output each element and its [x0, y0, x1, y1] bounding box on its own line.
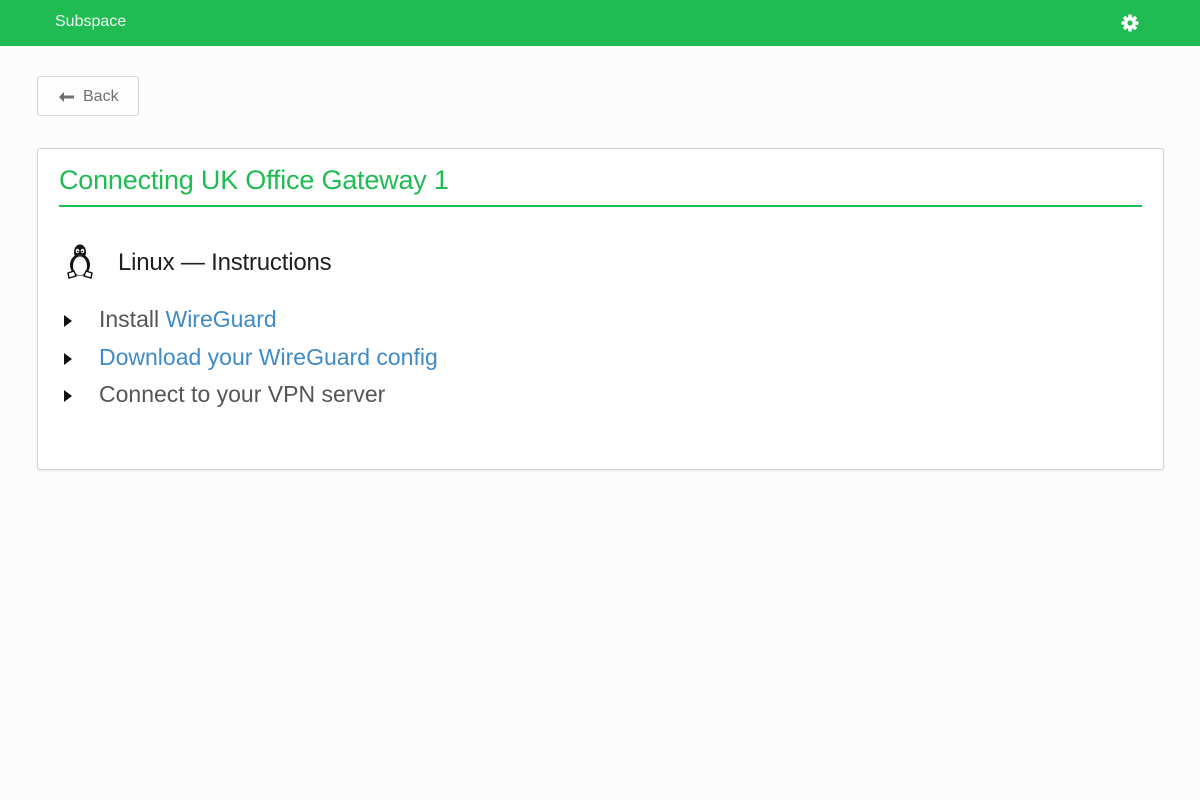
page-title: Connecting UK Office Gateway 1 [59, 165, 449, 195]
list-item: Connect to your VPN server [64, 380, 664, 410]
title-divider [59, 205, 1142, 207]
list-item: Download your WireGuard config [64, 343, 664, 373]
linux-icon [64, 243, 96, 279]
section-title: Linux — Instructions [118, 249, 332, 276]
brand-link[interactable]: Subspace [55, 13, 126, 31]
step-text: Install WireGuard [99, 306, 277, 333]
arrow-left-icon [59, 90, 75, 102]
step-text: Connect to your VPN server [99, 381, 386, 407]
step-prefix: Install [99, 306, 166, 332]
step-text: Download your WireGuard config [99, 344, 438, 371]
gear-icon[interactable] [1120, 13, 1140, 33]
caret-right-icon [64, 352, 72, 365]
back-button-label: Back [83, 88, 119, 105]
caret-right-icon [64, 314, 72, 327]
caret-right-icon [64, 389, 72, 402]
instructions-card: Connecting UK Office Gateway 1 Linux — I… [37, 148, 1164, 470]
top-navbar: Subspace [0, 0, 1200, 46]
list-item: Install WireGuard [64, 305, 664, 335]
download-config-link[interactable]: Download your WireGuard config [99, 344, 438, 370]
wireguard-link[interactable]: WireGuard [165, 306, 276, 332]
back-button[interactable]: Back [37, 76, 139, 116]
